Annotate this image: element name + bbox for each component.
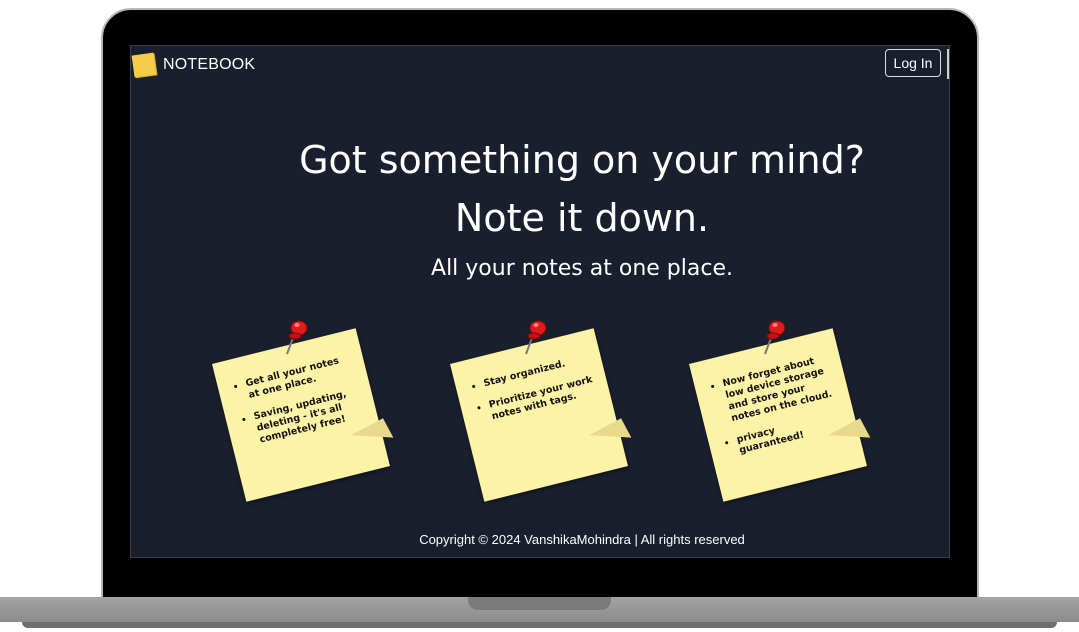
hero-heading-line1: Got something on your mind? <box>299 138 865 182</box>
pushpin-icon <box>764 320 786 355</box>
laptop-base-bottom <box>22 622 1057 628</box>
login-button[interactable]: Log In <box>885 49 941 77</box>
app-screen: NOTEBOOK Log In Got something on your mi… <box>130 45 950 558</box>
navbar-edge-divider <box>947 49 949 79</box>
laptop-notch <box>468 597 611 610</box>
pushpin-icon <box>286 320 308 355</box>
pushpin-icon <box>525 320 547 355</box>
sticky-note-icon <box>131 52 157 78</box>
hero-subtitle: All your notes at one place. <box>431 256 733 281</box>
navbar-brand[interactable]: NOTEBOOK <box>131 51 255 79</box>
brand-name: NOTEBOOK <box>163 56 256 73</box>
footer-copyright: Copyright © 2024 VanshikaMohindra | All … <box>419 532 745 547</box>
hero-heading-line2: Note it down. <box>454 196 710 240</box>
